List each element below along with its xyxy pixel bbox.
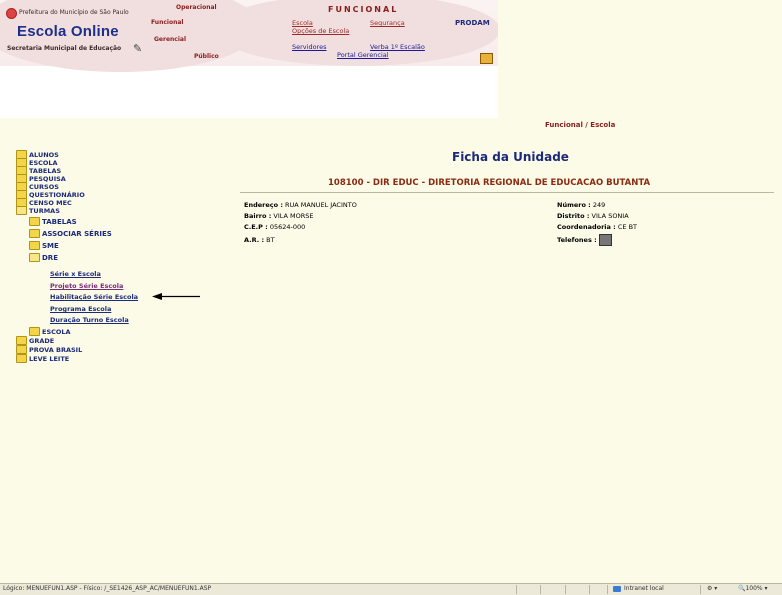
tree-label: TURMAS — [29, 206, 60, 215]
folder-icon — [29, 327, 40, 336]
header-banner: Prefeitura do Município de São Paulo Ope… — [0, 0, 498, 118]
page-title: Ficha da Unidade — [452, 150, 569, 164]
link-servidores[interactable]: Servidores — [292, 43, 326, 51]
status-zone: Intranet local — [624, 585, 664, 592]
status-separator — [516, 585, 517, 594]
status-separator — [589, 585, 590, 594]
phone-icon[interactable] — [598, 234, 612, 246]
field-endereco: Endereço : RUA MANUEL JACINTO — [244, 201, 357, 209]
tree-label: LEVE LEITE — [29, 354, 70, 363]
field-label: Bairro : — [244, 212, 272, 220]
field-value: RUA MANUEL JACINTO — [285, 201, 357, 209]
field-value: CE BT — [617, 223, 638, 231]
field-value: VILA SONIA — [591, 212, 629, 220]
link-verba[interactable]: Verba 1º Escalão — [370, 43, 425, 51]
field-bairro: Bairro : VILA MORSE — [244, 212, 314, 220]
breadcrumb: Funcional / Escola — [545, 121, 616, 129]
field-label: C.E.P : — [244, 223, 268, 231]
tree-sme[interactable]: SME — [29, 241, 59, 250]
tree-label: ASSOCIAR SÉRIES — [42, 229, 112, 238]
intranet-zone-icon — [613, 586, 621, 592]
tree-label: SME — [42, 241, 59, 250]
field-label: Endereço : — [244, 201, 283, 209]
link-opcoes-escola[interactable]: Opções de Escola — [292, 27, 349, 35]
field-label: Telefones : — [557, 236, 597, 244]
field-label: Número : — [557, 201, 591, 209]
section-title: FUNCIONAL — [328, 5, 399, 14]
menu-operacional[interactable]: Operacional — [176, 4, 217, 11]
tree-prova-brasil[interactable]: PROVA BRASIL — [16, 345, 82, 354]
link-prodam[interactable]: PRODAM — [455, 19, 490, 27]
field-value: VILA MORSE — [273, 212, 314, 220]
field-distrito: Distrito : VILA SONIA — [557, 212, 629, 220]
tree-label: PROVA BRASIL — [29, 345, 83, 354]
tree-dre[interactable]: DRE — [29, 253, 58, 262]
link-escola[interactable]: Escola — [292, 19, 313, 27]
folder-icon — [16, 354, 27, 363]
tree-associar-series[interactable]: ASSOCIAR SÉRIES — [29, 229, 112, 238]
status-separator — [565, 585, 566, 594]
field-ar: A.R. : BT — [244, 236, 275, 244]
tree-label: TABELAS — [42, 217, 77, 226]
app-logo: Escola Online — [17, 23, 119, 40]
folder-icon — [16, 345, 27, 354]
zoom-level: 100% — [745, 585, 763, 592]
menu-gerencial[interactable]: Gerencial — [154, 36, 186, 43]
status-separator — [607, 585, 608, 594]
status-bar: Lógico: MENUEFUN1.ASP - Físico: /_SE1426… — [0, 583, 782, 595]
crest-icon — [6, 8, 17, 19]
tree-label: GRADE — [29, 336, 55, 345]
status-path: Lógico: MENUEFUN1.ASP - Físico: /_SE1426… — [3, 585, 212, 592]
link-projeto-serie-escola[interactable]: Projeto Série Escola — [50, 282, 123, 290]
field-label: A.R. : — [244, 236, 265, 244]
menu-publico[interactable]: Público — [194, 53, 219, 60]
tree-grade[interactable]: GRADE — [16, 336, 54, 345]
book-sketch-icon: ✎ — [133, 42, 143, 55]
tree-label: DRE — [42, 253, 58, 262]
tree-turmas-escola[interactable]: ESCOLA — [29, 327, 71, 336]
link-habilitacao-serie-escola[interactable]: Habilitação Série Escola — [50, 293, 138, 301]
zoom-control[interactable]: 🔍100% ▾ — [738, 585, 768, 592]
link-portal-gerencial[interactable]: Portal Gerencial — [337, 51, 389, 59]
link-duracao-turno-escola[interactable]: Duração Turno Escola — [50, 316, 129, 324]
folder-open-icon — [16, 206, 27, 215]
protected-mode-icon[interactable]: ⚙ ▾ — [707, 585, 717, 592]
field-label: Coordenadoria : — [557, 223, 616, 231]
field-value: BT — [266, 236, 275, 244]
link-programa-escola[interactable]: Programa Escola — [50, 305, 111, 313]
field-value: 05624-000 — [269, 223, 306, 231]
menu-funcional[interactable]: Funcional — [151, 19, 183, 26]
field-cep: C.E.P : 05624-000 — [244, 223, 305, 231]
field-label: Distrito : — [557, 212, 590, 220]
field-value: 249 — [592, 201, 606, 209]
prefeitura-label: Prefeitura do Município de São Paulo — [19, 9, 129, 16]
folder-open-icon — [29, 253, 40, 262]
link-seguranca[interactable]: Segurança — [370, 19, 405, 27]
field-coordenadoria: Coordenadoria : CE BT — [557, 223, 637, 231]
divider — [240, 192, 774, 193]
link-serie-x-escola[interactable]: Série x Escola — [50, 270, 101, 278]
field-telefones: Telefones : — [557, 234, 612, 246]
field-numero: Número : 249 — [557, 201, 605, 209]
status-separator — [700, 585, 701, 594]
book-icon[interactable] — [480, 53, 493, 64]
folder-icon — [16, 336, 27, 345]
tree-turmas-tabelas[interactable]: TABELAS — [29, 217, 77, 226]
unit-title: 108100 - DIR EDUC - DIRETORIA REGIONAL D… — [328, 178, 651, 188]
tree-turmas[interactable]: TURMAS — [16, 206, 60, 215]
tree-label: ESCOLA — [42, 327, 71, 336]
arrow-left-icon — [152, 293, 200, 300]
folder-icon — [29, 229, 40, 238]
tree-leve-leite[interactable]: LEVE LEITE — [16, 354, 69, 363]
folder-icon — [29, 241, 40, 250]
secretaria-label: Secretaria Municipal de Educação — [7, 45, 122, 52]
folder-icon — [29, 217, 40, 226]
status-separator — [540, 585, 541, 594]
